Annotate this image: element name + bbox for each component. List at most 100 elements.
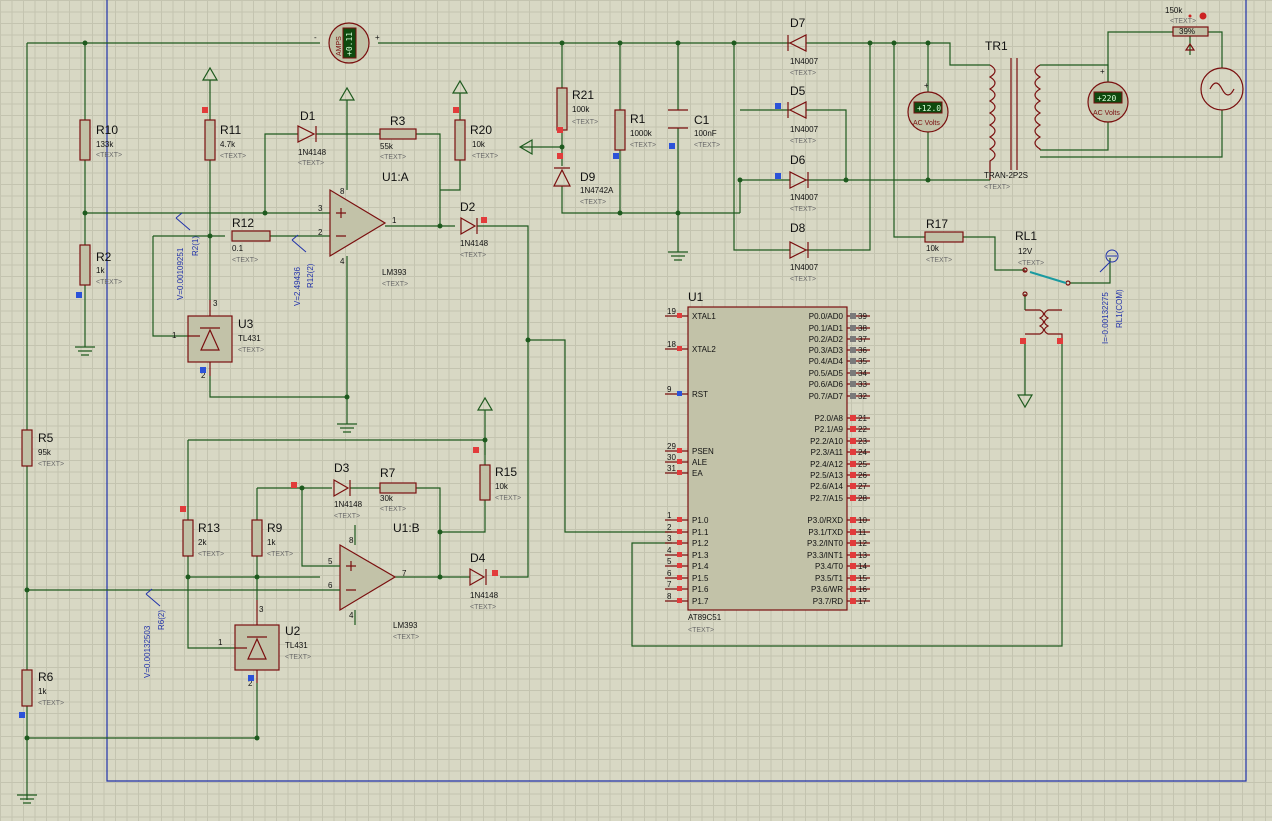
pin-number: 8 — [349, 536, 354, 545]
pin-label: P0.5/AD5 — [809, 369, 844, 378]
pin-number: 7 — [667, 580, 672, 589]
tl431-u3[interactable]: 3 1 2 U3 TL431 <TEXT> — [172, 299, 264, 380]
ref-label: U1:A — [382, 170, 409, 184]
value-label: 30k — [380, 494, 394, 503]
mcu-pin[interactable]: 25 P2.4/A12 — [810, 460, 870, 469]
pin-number: 5 — [667, 557, 672, 566]
diode-d3[interactable]: D3 1N4148 <TEXT> — [333, 461, 363, 520]
ref-label: R13 — [198, 521, 220, 535]
pin-state — [850, 529, 856, 535]
zener-d9[interactable]: D9 1N4742A <TEXT> — [553, 167, 614, 206]
pin-state — [677, 586, 682, 591]
meter-reading: +12.0 — [917, 104, 941, 113]
opamp-u1a[interactable]: 3 2 1 8 4 U1:A LM393 <TEXT> — [318, 170, 409, 288]
resistor-r15[interactable]: R15 10k <TEXT> — [479, 464, 521, 502]
pin-label: P2.4/A12 — [810, 460, 843, 469]
mcu-pin[interactable]: 23 P2.2/A10 — [810, 437, 870, 446]
resistor-r7[interactable]: R7 30k <TEXT> — [379, 466, 417, 513]
resistor-r1[interactable]: R1 1000k <TEXT> — [614, 109, 656, 151]
resistor-r5[interactable]: R5 95k <TEXT> — [21, 429, 64, 468]
ac-voltmeter-12v[interactable]: +12.0 AC Volts + — [907, 81, 949, 133]
voltage-probe-r6[interactable]: V=0.00132503 R6(2) — [143, 588, 166, 678]
mcu-pin[interactable]: 34 P0.5/AD5 — [809, 369, 870, 378]
ref-label: R15 — [495, 465, 517, 479]
current-probe-rl1[interactable]: I=-0.00132275 RL1(COM) — [1099, 249, 1124, 344]
resistor-r20[interactable]: R20 10k <TEXT> — [454, 119, 498, 161]
potentiometer[interactable]: 39% 150k <TEXT> — [1165, 6, 1209, 51]
diode-d1[interactable]: D1 1N4148 <TEXT> — [297, 109, 327, 167]
mcu-pin[interactable]: 22 P2.1/A9 — [815, 425, 870, 434]
ref-label: D8 — [790, 221, 806, 235]
diode-d6[interactable]: D6 1N4007 <TEXT> — [789, 153, 819, 213]
resistor-r6[interactable]: R6 1k <TEXT> — [21, 669, 64, 707]
resistor-r21[interactable]: R21 100k <TEXT> — [556, 87, 598, 131]
ref-label: R5 — [38, 431, 54, 445]
mcu-pin[interactable]: 16 P3.6/WR — [811, 585, 870, 594]
voltage-probe-r12[interactable]: V=2.49436 R12(2) — [291, 234, 315, 306]
resistor-r10[interactable]: R10 133k <TEXT> — [79, 119, 122, 161]
mcu-pin[interactable]: 14 P3.4/T0 — [815, 562, 870, 571]
mcu-pin[interactable]: 24 P2.3/A11 — [811, 448, 870, 457]
ref-label: R1 — [630, 112, 646, 126]
value-label: 95k — [38, 448, 52, 457]
mcu-pin[interactable]: 38 P0.1/AD1 — [809, 324, 870, 333]
meter-unit: AC Volts — [913, 120, 940, 127]
mcu-pin[interactable]: 17 P3.7/RD — [813, 597, 870, 606]
resistor-r12[interactable]: R12 0.1 <TEXT> — [231, 216, 271, 264]
pin-number: 16 — [858, 585, 867, 594]
mcu-pin[interactable]: 21 P2.0/A8 — [815, 414, 870, 423]
diode-d8[interactable]: D8 1N4007 <TEXT> — [789, 221, 819, 283]
mcu-pin[interactable]: 36 P0.3/AD3 — [809, 346, 870, 355]
diode-d7[interactable]: D7 1N4007 <TEXT> — [787, 16, 819, 77]
mcu-pin[interactable]: 37 P0.2/AD2 — [809, 335, 870, 344]
mcu-pin[interactable]: 33 P0.6/AD6 — [809, 380, 870, 389]
mcu-pin[interactable]: 27 P2.6/A14 — [810, 482, 870, 491]
mcu-pin[interactable]: 15 P3.5/T1 — [815, 574, 870, 583]
mcu-pin[interactable]: 28 P2.7/A15 — [810, 494, 870, 503]
mcu-pin[interactable]: 26 P2.5/A13 — [810, 471, 870, 480]
svg-text:+: + — [924, 81, 929, 90]
transformer-tr1[interactable]: TR1 TRAN-2P2S <TEXT> — [984, 39, 1042, 191]
pin-label: XTAL1 — [692, 312, 716, 321]
ac-source[interactable] — [1200, 67, 1244, 111]
resistor-r9[interactable]: R9 1k <TEXT> — [251, 519, 293, 558]
mcu-pin[interactable]: 13 P3.3/INT1 — [807, 551, 870, 560]
relay-rl1[interactable]: RL1 12V <TEXT> — [1015, 229, 1071, 340]
resistor-r3[interactable]: R3 55k <TEXT> — [379, 114, 417, 161]
pin-state — [850, 563, 856, 569]
diode-d2[interactable]: D2 1N4148 <TEXT> — [460, 200, 489, 259]
text-label: <TEXT> — [1018, 260, 1044, 267]
tl431-u2[interactable]: 3 1 2 U2 TL431 <TEXT> — [218, 600, 311, 688]
mcu-pin[interactable]: 11 P3.1/TXD — [808, 528, 870, 537]
resistor-r11[interactable]: R11 4.7k <TEXT> — [204, 119, 246, 161]
pin-label: P2.5/A13 — [810, 471, 843, 480]
text-label: <TEXT> — [790, 276, 816, 283]
capacitor-c1[interactable]: C1 100nF <TEXT> — [668, 109, 720, 149]
mcu-pin[interactable]: 32 P0.7/AD7 — [809, 392, 870, 401]
mcu-pin[interactable]: 35 P0.4/AD4 — [809, 357, 870, 366]
text-label: <TEXT> — [1170, 18, 1196, 25]
svg-text:+: + — [375, 33, 380, 42]
diode-d5[interactable]: D5 1N4007 <TEXT> — [787, 84, 819, 145]
ref-label: D4 — [470, 551, 486, 565]
pin-number: 1 — [172, 331, 177, 340]
resistor-r13[interactable]: R13 2k <TEXT> — [182, 519, 224, 558]
mcu-u1[interactable]: U1 AT89C51 <TEXT> 19XTAL118XTAL29RST29PS… — [665, 290, 870, 634]
text-label: <TEXT> — [38, 461, 64, 468]
resistor-r2[interactable]: R2 1k <TEXT> — [79, 244, 122, 286]
mcu-pin[interactable]: 12 P3.2/INT0 — [807, 539, 870, 548]
pin-number: 37 — [858, 335, 867, 344]
text-label: <TEXT> — [232, 257, 258, 264]
pin-state — [677, 448, 682, 453]
resistor-r17[interactable]: R17 10k <TEXT> — [924, 217, 964, 264]
diode-d4[interactable]: D4 1N4148 <TEXT> — [469, 551, 499, 611]
mcu-pin[interactable]: 39 P0.0/AD0 — [809, 312, 870, 321]
pin-number: 21 — [858, 414, 867, 423]
ref-label: U1 — [688, 290, 704, 304]
mcu-pin[interactable]: 10 P3.0/RXD — [807, 516, 870, 525]
text-label: <TEXT> — [470, 604, 496, 611]
dc-ammeter[interactable]: +0.11 AMPS - + — [314, 22, 380, 64]
value-label: 100nF — [694, 129, 717, 138]
text-label: <TEXT> — [198, 551, 224, 558]
voltage-probe-r2[interactable]: V=0.00109251 R2(1) — [175, 212, 200, 300]
